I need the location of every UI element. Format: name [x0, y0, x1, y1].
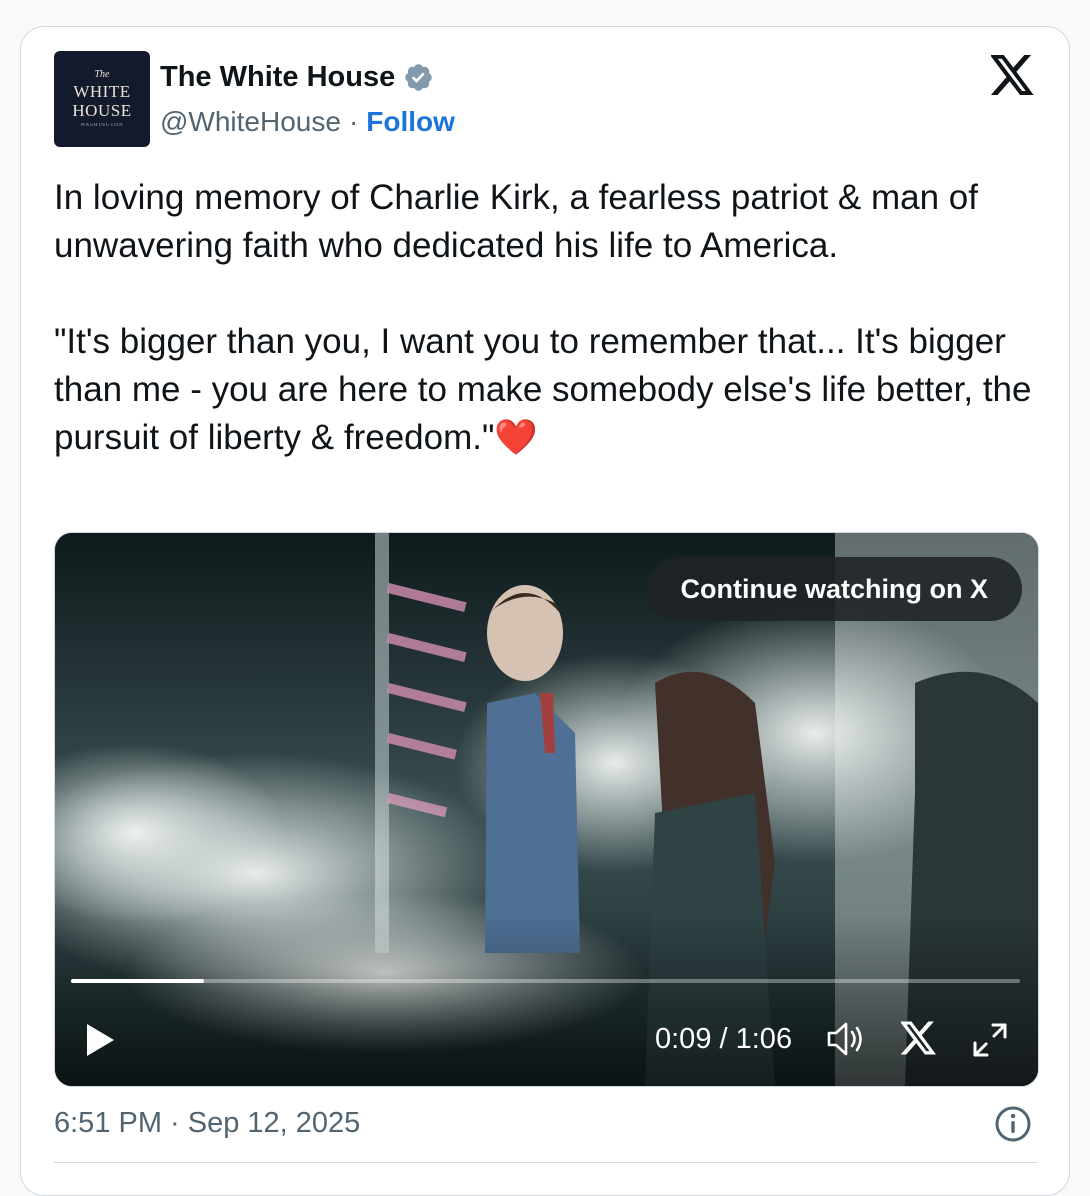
x-brand-icon[interactable] [901, 1021, 937, 1055]
video-player[interactable]: Continue watching on X 0:09 / 1:06 [54, 532, 1039, 1087]
author-name-row: The White House [160, 61, 434, 94]
tweet-text: In loving memory of Charlie Kirk, a fear… [54, 174, 1044, 462]
current-time: 0:09 [655, 1023, 712, 1055]
fullscreen-icon[interactable] [971, 1021, 1009, 1059]
avatar-text-washington: WASHINGTON [80, 123, 124, 128]
continue-watching-button[interactable]: Continue watching on X [646, 557, 1022, 621]
info-icon[interactable] [994, 1105, 1032, 1143]
heart-emoji: ❤️ [494, 418, 538, 457]
progress-fill [71, 979, 204, 983]
x-logo-icon[interactable] [991, 55, 1035, 95]
tweet-timestamp[interactable]: 6:51 PM · Sep 12, 2025 [54, 1107, 360, 1140]
play-icon[interactable] [85, 1023, 115, 1057]
avatar-text-house: HOUSE [72, 101, 132, 120]
author-name[interactable]: The White House [160, 61, 395, 94]
progress-bar[interactable] [71, 979, 1020, 983]
avatar[interactable]: The WHITE HOUSE WASHINGTON [54, 51, 150, 147]
volume-muted-icon[interactable] [825, 1021, 865, 1057]
tweet-body: In loving memory of Charlie Kirk, a fear… [54, 178, 1032, 457]
time-separator: / [711, 1023, 736, 1055]
separator-dot: · [348, 106, 359, 137]
verified-badge-icon [405, 64, 432, 91]
divider [54, 1162, 1037, 1163]
author-handle-row: @WhiteHouse · Follow [160, 106, 455, 138]
tweet-card: The WHITE HOUSE WASHINGTON The White Hou… [20, 26, 1070, 1196]
duration: 1:06 [735, 1023, 793, 1055]
avatar-text-white: WHITE [73, 82, 131, 101]
avatar-text-the: The [94, 69, 110, 80]
author-handle[interactable]: @WhiteHouse [160, 106, 341, 138]
time-display: 0:09 / 1:06 [655, 1023, 792, 1056]
follow-button[interactable]: Follow [366, 106, 455, 138]
